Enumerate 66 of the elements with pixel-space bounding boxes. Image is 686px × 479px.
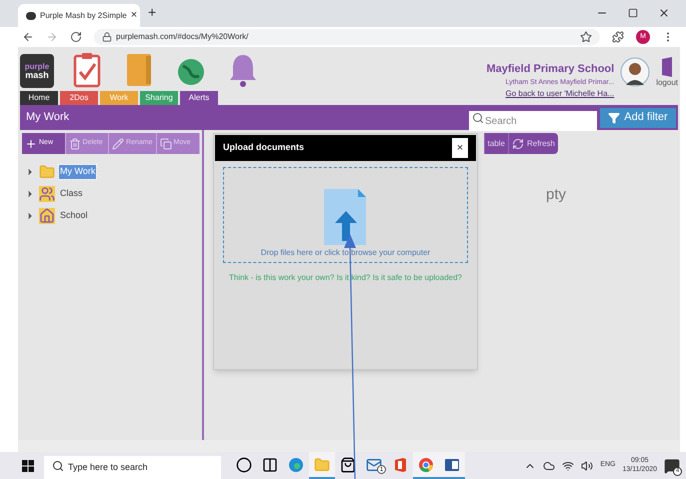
file-upload-icon [324,189,368,245]
mail-icon[interactable] [366,456,382,472]
browser-tab[interactable]: Purple Mash by 2Simple × [18,4,140,27]
filter-icon [608,112,620,124]
empty-folder-text: pty [546,185,566,205]
add-filter-button[interactable]: Add filter [600,108,676,128]
tree-item[interactable]: Class [59,187,84,201]
maximize-icon[interactable] [628,8,638,18]
logo-text: purple [24,62,50,70]
cloud-icon[interactable] [543,460,556,472]
circle-icon[interactable] [236,456,252,472]
toolbar-button[interactable]: table [484,133,508,154]
page-title: My Work [26,110,70,126]
dialog-title: Upload documents [223,141,306,154]
user-avatar-icon[interactable] [620,57,650,87]
star-icon[interactable] [580,31,592,43]
address-field[interactable]: purplemash.com/#docs/My%20Work/ [94,29,600,45]
plus-icon [25,138,37,150]
tab-favicon-icon [26,12,36,20]
refresh-button[interactable]: Refresh [508,133,558,154]
task-view-icon[interactable] [262,456,278,472]
tree-item[interactable]: School [59,209,89,223]
tab-close-button[interactable]: × [130,7,138,24]
drop-zone[interactable]: Drop files here or click to browse your computer [223,167,468,263]
windows-icon[interactable] [22,460,34,472]
app-logo[interactable]: purple mash [20,54,54,88]
search-icon [472,112,484,124]
trash-icon [68,138,81,150]
search-icon [52,460,64,472]
back-to-user-link[interactable]: Go back to user 'Michelle Ha... [506,88,614,100]
people-icon [39,186,55,202]
nav-tab[interactable]: 2Dos [60,91,98,105]
school-name: Mayfield Primary School [486,62,614,77]
pencil-icon [112,138,124,150]
wifi-icon[interactable] [562,460,574,472]
close-icon[interactable] [658,7,670,19]
door-icon[interactable] [661,57,674,77]
puzzle-icon[interactable] [612,31,624,43]
store-bag-icon[interactable] [340,456,356,472]
notification-icon[interactable] [664,458,680,474]
nav-tab[interactable]: Alerts [180,91,218,105]
lock-icon [102,32,112,42]
drop-instructions: Drop files here or click to browse your computer [260,247,430,259]
globe-icon [175,56,207,88]
school-icon [39,208,55,224]
logout-link[interactable]: logout [656,77,678,89]
search-field[interactable]: Search [469,111,597,131]
refresh-icon [512,138,524,150]
logo-text: mash [25,70,49,80]
url-text: purplemash.com/#docs/My%20Work/ [116,31,250,43]
folder-icon [39,164,55,180]
reload-icon[interactable] [70,31,82,43]
bell-icon [228,52,258,88]
taskbar-app[interactable] [439,452,465,479]
nav-tab[interactable]: Home [20,91,58,105]
close-button[interactable]: × [452,138,468,158]
new-tab-button[interactable]: + [148,2,156,23]
tree-item[interactable]: My Work [59,165,96,179]
folder-book-icon [124,52,154,88]
back-arrow-icon[interactable] [22,31,34,43]
speaker-icon[interactable] [581,460,594,472]
taskbar-search-field[interactable]: Type here to search [44,456,221,478]
clipboard-check-icon [73,52,101,88]
tab-title: Purple Mash by 2Simple [40,10,127,22]
documents-icon [160,138,172,150]
safety-note: Think - is this work your own? Is it kind? Is it safe to be uploaded? [228,272,463,284]
